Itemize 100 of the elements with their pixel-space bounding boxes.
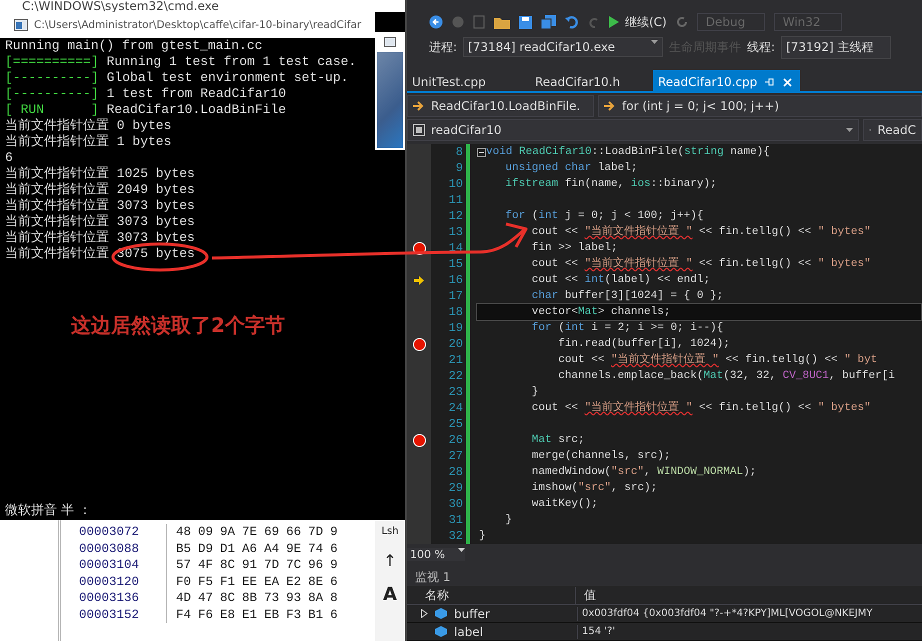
line-number: 22	[448, 369, 464, 383]
key-label[interactable]: A	[383, 584, 397, 605]
hex-byte: 69	[264, 524, 280, 540]
hex-byte: 8E	[308, 574, 324, 590]
file-tab[interactable]: UnitTest.cpp	[407, 70, 530, 91]
code-line: }	[530, 385, 538, 399]
code-line: for (int j = 0; j < 100; j++){	[504, 209, 704, 223]
code-line: char buffer[3][1024] = { 0 };	[530, 289, 724, 303]
hex-byte: 93	[286, 590, 302, 606]
line-number: 15	[448, 257, 464, 271]
console-line: 1 test from ReadCifar10	[106, 86, 286, 102]
code-line: void ReadCifar10::LoadBinFile(string name){	[486, 145, 770, 159]
hex-byte: E2	[286, 574, 302, 590]
document-icon[interactable]	[473, 15, 485, 29]
expand-icon[interactable]	[421, 609, 428, 618]
variable-name: buffer	[454, 606, 490, 620]
variable-value: 154 '?'	[581, 626, 616, 637]
hex-byte: 8C	[220, 590, 236, 606]
close-icon[interactable]	[783, 78, 792, 86]
member-dropdown[interactable]: for (int j = 0; j< 100; j++)	[598, 95, 922, 117]
project-dropdown[interactable]: readCifar10	[407, 119, 859, 141]
line-number: 28	[448, 465, 464, 479]
hex-byte: A4	[264, 540, 280, 557]
caret-icon	[846, 128, 853, 132]
hex-address: 00003120	[79, 574, 140, 590]
window-icon	[14, 19, 28, 31]
continue-button[interactable]: 继续(C)	[609, 14, 667, 30]
console-line: 当前文件指针位置 1 bytes	[5, 134, 172, 150]
pin-icon[interactable]	[765, 77, 776, 87]
breakpoint-icon[interactable]	[412, 338, 426, 350]
collapse-icon[interactable]	[477, 148, 486, 156]
code-line: }	[504, 513, 512, 527]
key-label[interactable]: Lsh	[381, 526, 399, 537]
line-number: 32	[448, 529, 464, 543]
hex-byte: F3	[286, 606, 302, 623]
window-icon	[384, 37, 396, 47]
hex-byte: 91	[242, 557, 258, 574]
undo-icon[interactable]	[565, 15, 579, 29]
thread-dropdown[interactable]: [73192] 主线程	[781, 36, 892, 58]
hex-byte: B1	[308, 606, 324, 623]
line-number: 30	[448, 497, 464, 511]
console-line: 当前文件指针位置 3073 bytes	[5, 230, 195, 246]
line-number: 23	[448, 385, 464, 399]
line-number: 18	[448, 305, 464, 319]
console-line: ReadCifar10.LoadBinFile	[106, 102, 286, 118]
hex-byte: D1	[220, 540, 236, 557]
hex-address: 00003072	[79, 524, 140, 540]
breakpoint-icon[interactable]	[412, 434, 426, 446]
hex-byte: 7D	[308, 524, 324, 540]
hex-byte: A6	[242, 540, 258, 557]
annotation-text: 这边居然读取了2个字节	[70, 312, 286, 338]
column-header[interactable]: 值	[576, 586, 596, 604]
hex-byte: 9	[330, 524, 338, 540]
back-icon[interactable]	[429, 15, 443, 29]
folder-icon[interactable]	[494, 16, 510, 28]
hex-byte: 6	[330, 540, 338, 557]
project-icon	[413, 124, 425, 136]
hex-byte: 9A	[220, 524, 236, 540]
hex-byte: 96	[308, 557, 324, 574]
column-header[interactable]: 名称	[407, 586, 576, 604]
file-tab[interactable]: ReadCifar10.cpp	[653, 70, 800, 91]
test-status-tag: [==========]	[5, 54, 99, 70]
code-line: waitKey();	[530, 497, 598, 511]
hex-byte: 7E	[242, 524, 258, 540]
console-line: 当前文件指针位置 3073 bytes	[5, 198, 195, 214]
zoom-dropdown[interactable]: 100 %	[407, 548, 465, 560]
code-line: unsigned char label;	[504, 161, 638, 175]
scope-dropdown[interactable]: ReadCifar10.LoadBinFile.	[407, 95, 594, 117]
restart-icon[interactable]	[676, 16, 688, 28]
line-number: 25	[448, 417, 464, 431]
hex-address: 00003088	[79, 540, 140, 557]
console-line: Global test environment set-up.	[106, 70, 348, 86]
hex-byte: 47	[198, 590, 214, 606]
line-number: 10	[448, 177, 464, 191]
hex-byte: 73	[264, 590, 280, 606]
console-line: Running 1 test from 1 test case.	[106, 54, 356, 70]
file-tab[interactable]: ReadCifar10.h	[530, 70, 653, 91]
save-all-icon[interactable]	[541, 15, 556, 29]
code-line: cout << int(label) << endl;	[530, 273, 710, 287]
hex-byte: 8C	[220, 557, 236, 574]
variable-name: label	[454, 624, 484, 638]
line-number: 9	[454, 161, 464, 175]
hex-byte: EE	[242, 574, 258, 590]
test-status-tag: [ RUN ]	[5, 102, 99, 118]
code-line: cout << "当前文件指针位置 " << fin.tellg() << " byt	[557, 353, 878, 367]
variable-value: 0x003fdf04 {0x003fdf04 "?-+*4?KPY]ML[VOGOL@NKEJMY	[581, 608, 872, 619]
key-label[interactable]: ↑	[383, 551, 397, 570]
line-number: 26	[448, 433, 464, 447]
hex-byte: 8A	[308, 590, 324, 606]
code-line: channels.emplace_back(Mat(32, 32, CV_8UC1, buffer[i	[557, 369, 895, 383]
navigation-dropdown[interactable]: ReadC	[863, 119, 922, 141]
line-number: 13	[448, 225, 464, 239]
process-dropdown[interactable]: [73184] readCifar10.exe	[463, 37, 664, 57]
code-line: }	[478, 529, 486, 543]
panel-title: 监视 1	[407, 568, 922, 586]
save-icon[interactable]	[519, 16, 532, 28]
console-line: 当前文件指针位置 1025 bytes	[5, 166, 195, 182]
console-line: 6	[5, 150, 13, 166]
caret-icon	[651, 40, 658, 44]
line-number: 17	[448, 289, 464, 303]
